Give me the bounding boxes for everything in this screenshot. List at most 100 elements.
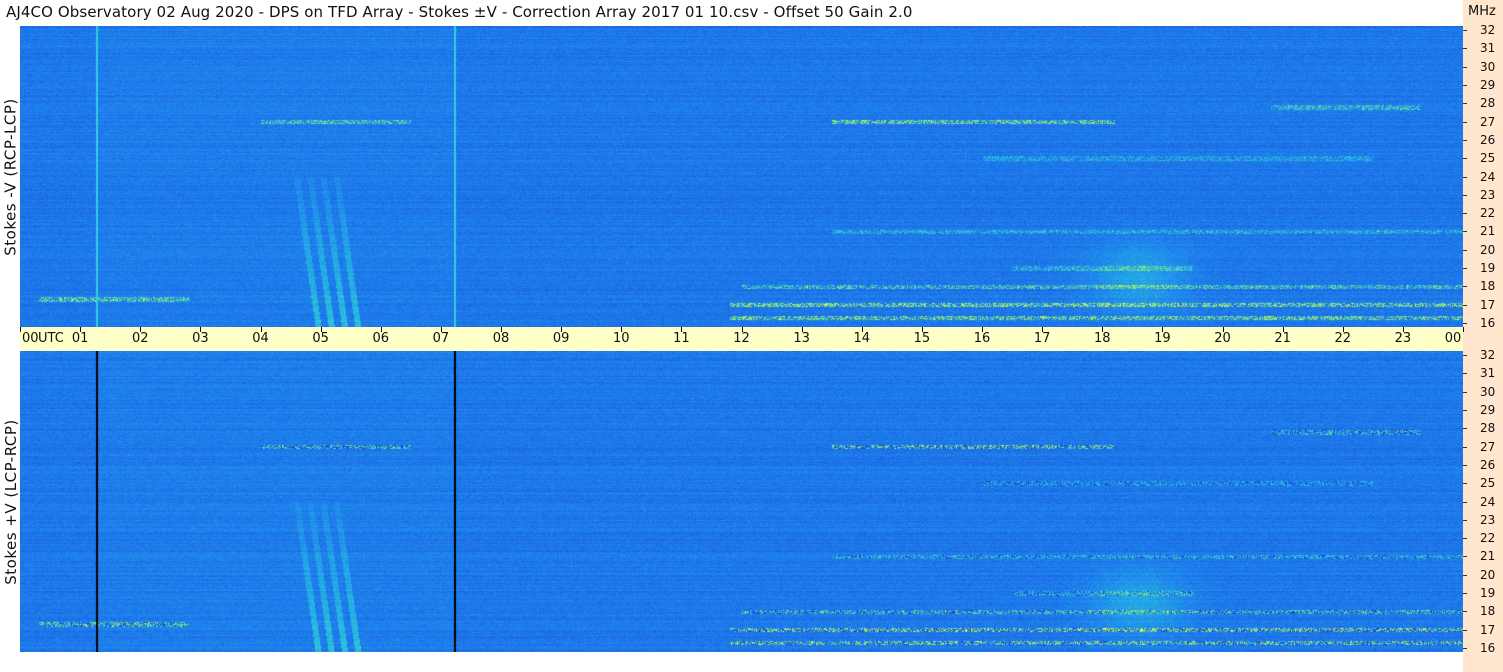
frequency-tick-mark [1463, 501, 1467, 503]
top-panel-ylabel: Stokes -V (RCP-LCP) [0, 26, 22, 327]
frequency-tick-label: 29 [1480, 77, 1496, 92]
frequency-tick-label: 26 [1480, 457, 1496, 472]
frequency-tick-mark [1463, 176, 1467, 178]
frequency-tick-mark [1463, 629, 1467, 631]
time-tick-mark [1463, 327, 1464, 332]
frequency-tick-label: 24 [1480, 169, 1496, 184]
time-tick-label: 19 [1154, 331, 1171, 346]
time-tick-label: 20 [1214, 331, 1231, 346]
frequency-tick-label: 31 [1480, 41, 1496, 56]
frequency-tick-mark [1463, 593, 1467, 595]
spectrogram-bottom-panel [20, 351, 1463, 652]
time-tick-label: 00 [1444, 331, 1462, 346]
bottom-panel-ylabel-text: Stokes +V (LCP-RCP) [2, 418, 20, 585]
frequency-tick-label: 18 [1480, 279, 1496, 294]
frequency-tick-mark [1463, 519, 1467, 521]
frequency-tick-label: 20 [1480, 567, 1496, 582]
time-tick-label: 05 [312, 331, 329, 346]
frequency-tick-mark [1463, 446, 1467, 448]
frequency-tick-mark [1463, 158, 1467, 160]
frequency-tick-mark [1463, 103, 1467, 105]
frequency-tick-label: 27 [1480, 114, 1496, 129]
frequency-tick-mark [1463, 30, 1467, 31]
time-tick-label: 08 [492, 331, 510, 346]
time-tick-label: 23 [1394, 331, 1412, 346]
time-axis: UTC 00 01 02 03 04 05 06 07 08 09 10 11 12 13 14 15 16 17… [20, 327, 1464, 351]
frequency-tick-label: 31 [1480, 366, 1496, 381]
frequency-tick-mark [1463, 84, 1467, 86]
frequency-tick-label: 25 [1480, 476, 1496, 491]
frequency-tick-mark [1463, 323, 1467, 324]
frequency-tick-label: 26 [1480, 132, 1496, 147]
frequency-tick-mark [1463, 213, 1467, 215]
frequency-tick-mark [1463, 391, 1467, 393]
frequency-tick-label: 19 [1480, 261, 1496, 276]
frequency-tick-mark [1463, 304, 1467, 306]
frequency-tick-mark [1463, 464, 1467, 466]
frequency-tick-label: 22 [1480, 206, 1496, 221]
mhz-label: MHz [1468, 4, 1496, 19]
frequency-tick-mark [1463, 249, 1467, 251]
frequency-tick-label: 28 [1480, 421, 1496, 436]
frequency-tick-label: 32 [1480, 23, 1496, 37]
frequency-tick-mark [1463, 648, 1467, 649]
time-tick-label: 21 [1274, 331, 1291, 346]
spectrogram-bottom-canvas [20, 351, 1463, 652]
spectrogram-top-panel [20, 26, 1463, 327]
frequency-tick-mark [1463, 611, 1467, 613]
time-tick-label: 11 [673, 331, 690, 346]
time-tick-label: 16 [973, 331, 991, 346]
frequency-tick-mark [1463, 355, 1467, 356]
time-tick-label: 13 [793, 331, 810, 346]
frequency-tick-mark [1463, 373, 1467, 375]
frequency-tick-label: 25 [1480, 151, 1496, 166]
frequency-tick-mark [1463, 409, 1467, 411]
frequency-tick-mark [1463, 231, 1467, 233]
frequency-tick-label: 17 [1480, 297, 1496, 312]
frequency-tick-label: 20 [1480, 242, 1496, 257]
frequency-tick-mark [1463, 48, 1467, 50]
frequency-tick-label: 21 [1480, 549, 1496, 564]
time-tick-label: 06 [372, 331, 390, 346]
frequency-tick-label: 16 [1480, 641, 1496, 655]
time-tick-label: 00 [22, 331, 39, 346]
frequency-tick-mark [1463, 286, 1467, 288]
frequency-tick-mark [1463, 556, 1467, 558]
time-tick-mark [20, 327, 21, 332]
frequency-tick-label: 30 [1480, 384, 1496, 399]
frequency-tick-mark [1463, 483, 1467, 485]
frequency-tick-label: 29 [1480, 402, 1496, 417]
frequency-tick-label: 17 [1480, 622, 1496, 637]
time-tick-label: 22 [1334, 331, 1352, 346]
time-tick-label: 14 [853, 331, 871, 346]
time-tick-label: 02 [131, 331, 149, 346]
bottom-panel-ylabel: Stokes +V (LCP-RCP) [0, 351, 22, 652]
time-tick-label: 15 [913, 331, 931, 346]
frequency-tick-label: 23 [1480, 187, 1496, 202]
frequency-tick-label: 16 [1480, 316, 1496, 330]
frequency-tick-label: 19 [1480, 586, 1496, 601]
time-tick-label: 07 [432, 331, 450, 346]
time-tick-label: 18 [1093, 331, 1111, 346]
frequency-tick-label: 24 [1480, 494, 1496, 509]
frequency-tick-mark [1463, 66, 1467, 68]
frequency-tick-mark [1463, 139, 1467, 141]
frequency-tick-label: 22 [1480, 531, 1496, 546]
frequency-tick-label: 27 [1480, 439, 1496, 454]
time-tick-label: 03 [192, 331, 209, 346]
time-tick-label: 04 [252, 331, 269, 346]
frequency-tick-mark [1463, 194, 1467, 196]
frequency-tick-label: 23 [1480, 512, 1496, 527]
frequency-tick-label: 28 [1480, 96, 1496, 111]
time-tick-label: 12 [733, 331, 750, 346]
utc-label: UTC [38, 331, 64, 346]
time-tick-label: 17 [1033, 331, 1051, 346]
frequency-tick-label: 18 [1480, 604, 1496, 619]
frequency-tick-label: 32 [1480, 348, 1496, 362]
spectrogram-top-canvas [20, 26, 1463, 327]
frequency-tick-label: 30 [1480, 59, 1496, 74]
chart-title: AJ4CO Observatory 02 Aug 2020 - DPS on T… [6, 3, 913, 21]
frequency-tick-mark [1463, 428, 1467, 430]
frequency-tick-mark [1463, 121, 1467, 123]
frequency-tick-mark [1463, 538, 1467, 540]
